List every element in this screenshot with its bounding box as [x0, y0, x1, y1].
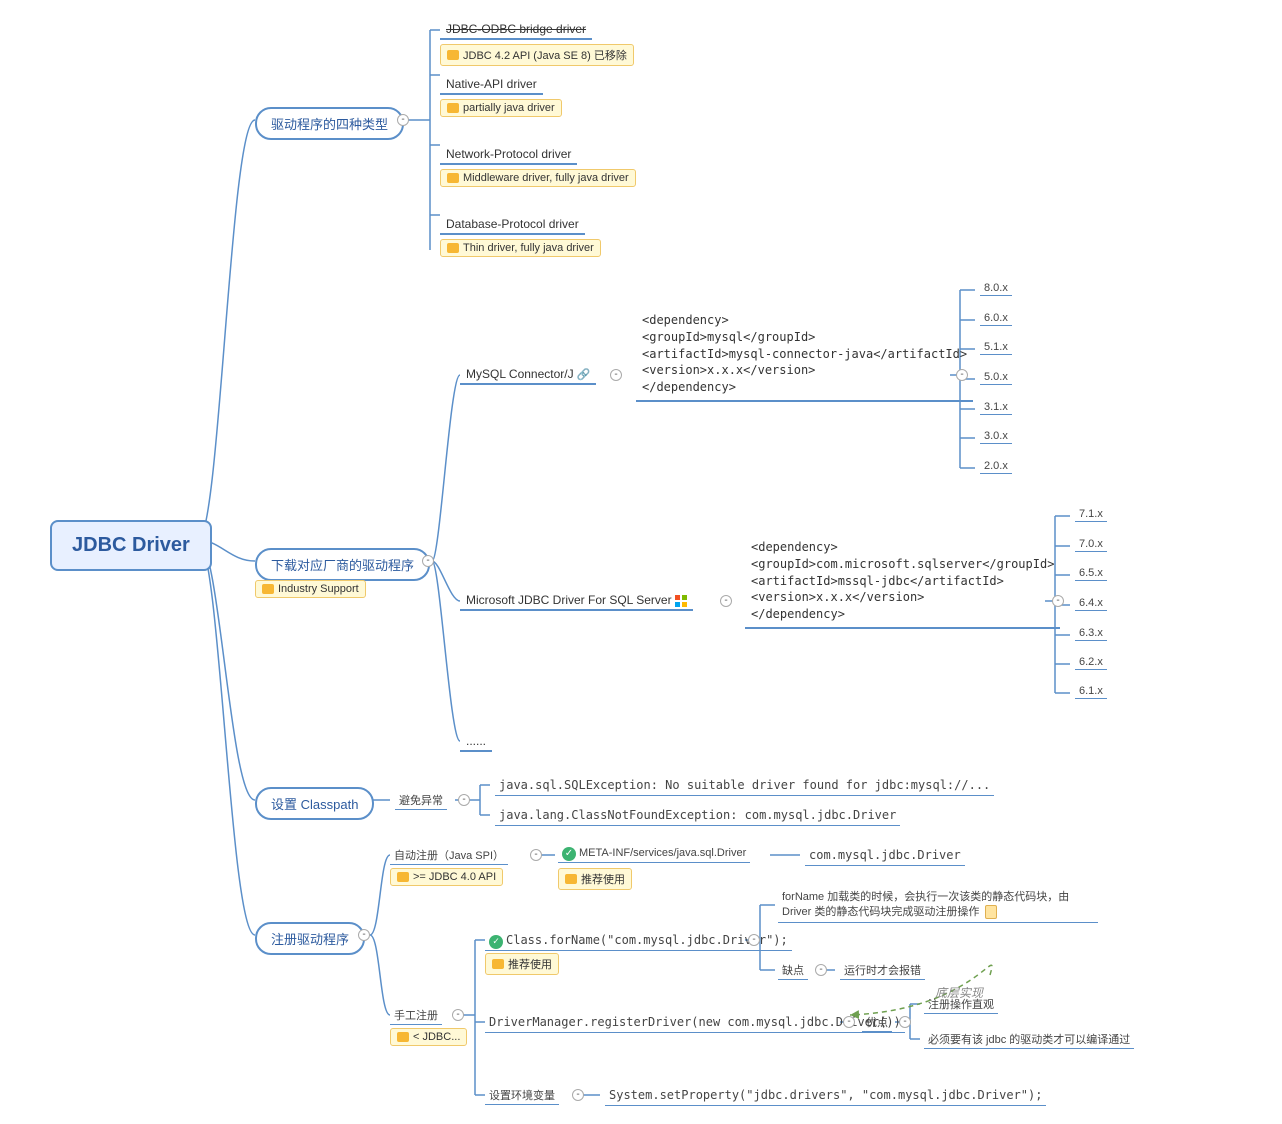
toggle-icon[interactable]: - — [358, 929, 370, 941]
label-underlying-impl: 底层实现 — [935, 984, 983, 1001]
toggle-icon[interactable]: - — [422, 555, 434, 567]
note-icon — [447, 243, 459, 253]
leaf-version[interactable]: 5.0.x — [980, 370, 1012, 385]
leaf-database-protocol[interactable]: Database-Protocol driver — [440, 215, 585, 235]
leaf-version[interactable]: 6.0.x — [980, 311, 1012, 326]
note-icon — [492, 959, 504, 969]
leaf-manual-register[interactable]: 手工注册 — [390, 1006, 442, 1025]
leaf-version[interactable]: 3.1.x — [980, 400, 1012, 415]
toggle-icon[interactable]: - — [610, 369, 622, 381]
toggle-icon[interactable]: - — [572, 1089, 584, 1101]
leaf-version[interactable]: 6.1.x — [1075, 684, 1107, 699]
leaf-version[interactable]: 2.0.x — [980, 459, 1012, 474]
toggle-icon[interactable]: - — [458, 794, 470, 806]
leaf-version[interactable]: 3.0.x — [980, 429, 1012, 444]
check-icon: ✓ — [562, 847, 576, 861]
leaf-mysql-dependency[interactable]: <dependency> <groupId>mysql</groupId> <a… — [636, 310, 973, 402]
toggle-icon[interactable]: - — [748, 934, 760, 946]
note-icon — [397, 872, 409, 882]
toggle-icon[interactable]: - — [843, 1016, 855, 1028]
note-icon — [447, 103, 459, 113]
note-icon — [447, 50, 459, 60]
leaf-more[interactable]: ...... — [460, 732, 492, 752]
branch-download-drivers[interactable]: 下载对应厂商的驱动程序 — [255, 548, 430, 581]
leaf-mysql-connector[interactable]: MySQL Connector/J🔗 — [460, 365, 596, 385]
leaf-version[interactable]: 6.3.x — [1075, 626, 1107, 641]
toggle-icon[interactable]: - — [397, 114, 409, 126]
leaf-version[interactable]: 6.4.x — [1075, 596, 1107, 611]
note-icon — [447, 173, 459, 183]
note-industry-support: Industry Support — [255, 580, 366, 598]
leaf-cons-label[interactable]: 缺点 — [778, 961, 808, 980]
note-jdbc40: >= JDBC 4.0 API — [390, 868, 503, 886]
leaf-version[interactable]: 7.0.x — [1075, 537, 1107, 552]
note-icon — [565, 874, 577, 884]
leaf-driver-class[interactable]: com.mysql.jdbc.Driver — [805, 846, 965, 866]
leaf-version[interactable]: 8.0.x — [980, 281, 1012, 296]
toggle-icon[interactable]: - — [956, 369, 968, 381]
branch-driver-types[interactable]: 驱动程序的四种类型 — [255, 107, 404, 140]
link-icon: 🔗 — [577, 369, 591, 381]
leaf-pro2[interactable]: 必须要有该 jdbc 的驱动类才可以编译通过 — [924, 1030, 1134, 1049]
leaf-sqlexception[interactable]: java.sql.SQLException: No suitable drive… — [495, 776, 994, 796]
toggle-icon[interactable]: - — [899, 1016, 911, 1028]
leaf-jdbc-odbc[interactable]: JDBC-ODBC bridge driver — [440, 20, 592, 40]
leaf-meta-inf[interactable]: ✓META-INF/services/java.sql.Driver — [558, 846, 750, 863]
leaf-version[interactable]: 6.2.x — [1075, 655, 1107, 670]
note-database-protocol: Thin driver, fully java driver — [440, 239, 601, 257]
note-icon — [262, 584, 274, 594]
branch-classpath[interactable]: 设置 Classpath — [255, 787, 374, 820]
leaf-mssql-driver[interactable]: Microsoft JDBC Driver For SQL Server — [460, 591, 693, 611]
microsoft-icon — [675, 595, 687, 607]
leaf-mssql-dependency[interactable]: <dependency> <groupId>com.microsoft.sqls… — [745, 537, 1060, 629]
note-network-protocol: Middleware driver, fully java driver — [440, 169, 636, 187]
leaf-version[interactable]: 7.1.x — [1075, 507, 1107, 522]
note-recommend2: 推荐使用 — [485, 953, 559, 975]
leaf-env-var[interactable]: 设置环境变量 — [485, 1086, 559, 1105]
leaf-network-protocol[interactable]: Network-Protocol driver — [440, 145, 577, 165]
leaf-register-driver[interactable]: DriverManager.registerDriver(new com.mys… — [485, 1013, 905, 1033]
toggle-icon[interactable]: - — [720, 595, 732, 607]
toggle-icon[interactable]: - — [530, 849, 542, 861]
leaf-auto-register[interactable]: 自动注册（Java SPI） — [390, 846, 508, 865]
toggle-icon[interactable]: - — [815, 964, 827, 976]
leaf-version[interactable]: 6.5.x — [1075, 566, 1107, 581]
note-icon — [397, 1032, 409, 1042]
toggle-icon[interactable]: - — [452, 1009, 464, 1021]
branch-register-driver[interactable]: 注册驱动程序 — [255, 922, 365, 955]
leaf-classnotfound[interactable]: java.lang.ClassNotFoundException: com.my… — [495, 806, 900, 826]
note-recommend: 推荐使用 — [558, 868, 632, 890]
leaf-pros-label[interactable]: 优点 — [862, 1013, 892, 1032]
leaf-class-forname[interactable]: ✓Class.forName("com.mysql.jdbc.Driver"); — [485, 931, 792, 951]
note-jdbc-odbc: JDBC 4.2 API (Java SE 8) 已移除 — [440, 44, 634, 66]
leaf-avoid-exception[interactable]: 避免异常 — [395, 791, 447, 810]
toggle-icon[interactable]: - — [1052, 595, 1064, 607]
leaf-forname-desc[interactable]: forName 加载类的时候，会执行一次该类的静态代码块，由 Driver 类的… — [778, 889, 1098, 923]
note-jdbc-less: < JDBC... — [390, 1028, 467, 1046]
root-node[interactable]: JDBC Driver — [50, 520, 212, 571]
note-native-api: partially java driver — [440, 99, 562, 117]
leaf-env-code[interactable]: System.setProperty("jdbc.drivers", "com.… — [605, 1086, 1046, 1106]
check-icon: ✓ — [489, 935, 503, 949]
leaf-version[interactable]: 5.1.x — [980, 340, 1012, 355]
leaf-native-api[interactable]: Native-API driver — [440, 75, 543, 95]
document-icon — [985, 905, 997, 919]
leaf-cons-text[interactable]: 运行时才会报错 — [840, 961, 925, 980]
